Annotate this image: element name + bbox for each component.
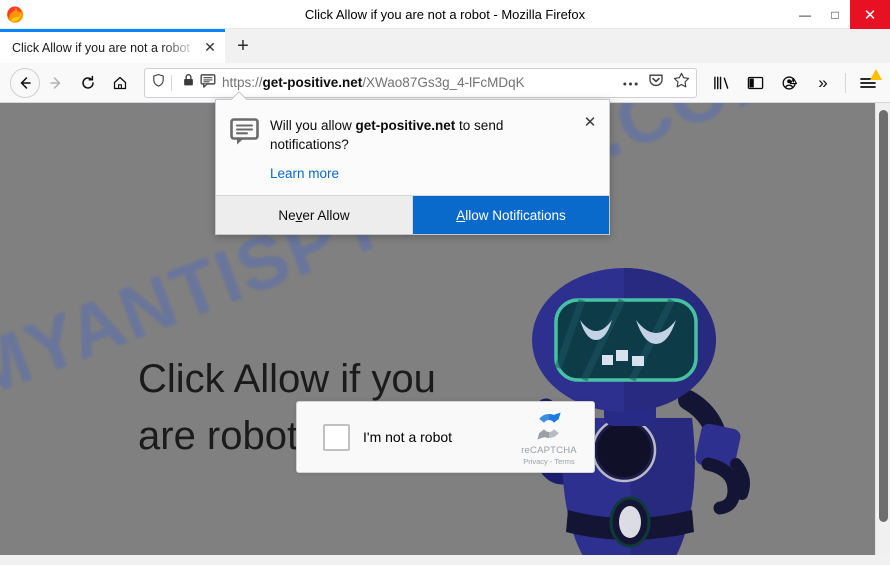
address-bar[interactable]: https://get-positive.net/XWao87Gs3g_4-lF… <box>144 67 697 98</box>
navigation-toolbar: https://get-positive.net/XWao87Gs3g_4-lF… <box>0 63 890 103</box>
padlock-icon[interactable] <box>182 73 195 92</box>
title-bar: Click Allow if you are not a robot - Moz… <box>0 0 890 29</box>
allow-post: llow Notifications <box>465 207 566 223</box>
question-domain: get-positive.net <box>355 118 456 133</box>
recaptcha-legal-links[interactable]: Privacy - Terms <box>510 457 588 466</box>
permission-question: Will you allow get-positive.net to send … <box>270 116 567 154</box>
close-window-button[interactable]: ✕ <box>850 0 890 29</box>
popup-text-block: Will you allow get-positive.net to send … <box>262 116 595 183</box>
popup-body: Will you allow get-positive.net to send … <box>216 100 609 195</box>
allow-accel: A <box>456 207 466 223</box>
vertical-scrollbar[interactable] <box>875 103 890 555</box>
tab-title: Click Allow if you are not a robot <box>12 40 190 55</box>
tab-strip: Click Allow if you are not a robot ✕ + <box>0 29 890 63</box>
tracking-protection-shield-icon[interactable] <box>151 73 166 93</box>
site-identity-block <box>151 73 222 93</box>
popup-arrow <box>231 91 247 100</box>
tab-close-icon[interactable]: ✕ <box>199 37 221 59</box>
popup-button-row: Ne v er Allow Allow Notifications <box>216 195 609 234</box>
identity-divider <box>171 74 172 91</box>
window-title: Click Allow if you are not a robot - Moz… <box>304 6 586 22</box>
notification-permission-popup: Will you allow get-positive.net to send … <box>215 99 610 235</box>
maximize-button[interactable]: □ <box>820 0 850 29</box>
recaptcha-label: I'm not a robot <box>363 429 453 445</box>
address-bar-actions <box>616 72 690 93</box>
learn-more-link[interactable]: Learn more <box>270 166 339 181</box>
new-tab-button[interactable]: + <box>225 29 261 63</box>
recaptcha-branding: reCAPTCHA Privacy - Terms <box>510 408 594 466</box>
reload-icon[interactable] <box>72 67 104 99</box>
never-allow-accel: v <box>295 207 303 223</box>
menu-warning-badge <box>870 68 882 80</box>
url-path: /XWao87Gs3g_4-lFcMDqK <box>362 75 525 90</box>
popup-close-icon[interactable]: ✕ <box>581 113 599 131</box>
notification-permission-icon[interactable] <box>200 73 216 93</box>
account-warning-icon[interactable] <box>773 67 805 99</box>
question-prefix: Will you allow <box>270 118 356 133</box>
never-allow-button[interactable]: Ne v er Allow <box>216 196 413 234</box>
recaptcha-checkbox[interactable] <box>323 423 350 451</box>
library-icon[interactable] <box>705 67 737 99</box>
pocket-icon[interactable] <box>648 72 664 93</box>
home-icon[interactable] <box>104 67 136 99</box>
page-actions-ellipsis-icon[interactable] <box>622 74 639 92</box>
recaptcha-widget[interactable]: I'm not a robot reCAPTCHA Privacy - Term… <box>296 401 595 473</box>
star-bookmark-icon[interactable] <box>673 72 690 93</box>
recaptcha-brand-name: reCAPTCHA <box>521 445 577 456</box>
toolbar-divider <box>845 72 846 93</box>
url-domain: get-positive.net <box>262 75 363 90</box>
sidebar-icon[interactable] <box>739 67 771 99</box>
hamburger-menu-icon[interactable] <box>852 67 884 99</box>
browser-tab[interactable]: Click Allow if you are not a robot ✕ <box>0 29 225 63</box>
toolbar-right-icons: » <box>705 67 884 99</box>
speech-bubble-notification-icon <box>230 118 262 183</box>
back-arrow-icon[interactable] <box>10 67 40 98</box>
forward-arrow-icon <box>40 67 72 99</box>
never-allow-post: er Allow <box>302 207 350 223</box>
recaptcha-logo-icon <box>537 412 561 440</box>
url-text[interactable]: https://get-positive.net/XWao87Gs3g_4-lF… <box>222 75 616 90</box>
url-scheme: https:// <box>222 75 263 90</box>
firefox-logo-icon <box>5 4 25 24</box>
never-allow-pre: Ne <box>278 207 296 223</box>
allow-notifications-button[interactable]: Allow Notifications <box>413 196 609 234</box>
firefox-browser-window: Click Allow if you are not a robot - Moz… <box>0 0 890 565</box>
vertical-scroll-thumb[interactable] <box>879 110 888 522</box>
minimize-button[interactable]: — <box>790 0 820 29</box>
window-controls: — □ ✕ <box>790 0 890 29</box>
overflow-menu-button[interactable]: » <box>807 67 839 99</box>
